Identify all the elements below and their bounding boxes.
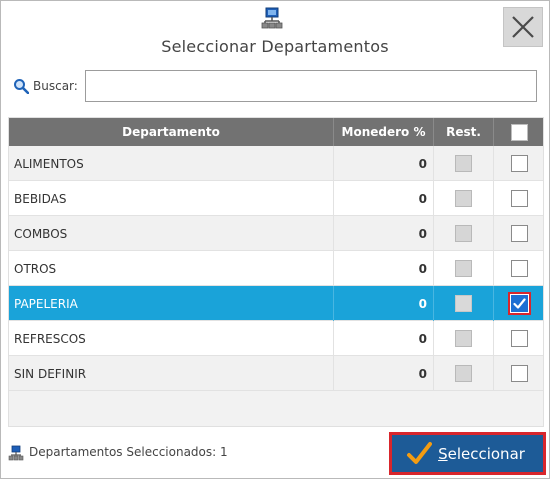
select-checkbox[interactable] bbox=[511, 330, 528, 347]
table-row[interactable]: PAPELERIA 0 bbox=[9, 286, 543, 321]
rest-checkbox bbox=[455, 295, 472, 312]
network-icon bbox=[8, 445, 24, 461]
column-header-select-all[interactable] bbox=[494, 118, 543, 146]
table-row[interactable]: COMBOS 0 bbox=[9, 216, 543, 251]
table-row[interactable]: REFRESCOS 0 bbox=[9, 321, 543, 356]
rest-checkbox bbox=[455, 190, 472, 207]
cell-select bbox=[494, 251, 543, 286]
search-input[interactable] bbox=[85, 70, 537, 102]
cell-rest bbox=[434, 286, 494, 321]
cell-select bbox=[494, 181, 543, 216]
select-button-body[interactable]: Seleccionar bbox=[392, 435, 543, 472]
table-row[interactable]: BEBIDAS 0 bbox=[9, 181, 543, 216]
cell-rest bbox=[434, 251, 494, 286]
rest-checkbox bbox=[455, 260, 472, 277]
cell-select bbox=[494, 146, 543, 181]
cell-rest bbox=[434, 146, 494, 181]
column-header-rest[interactable]: Rest. bbox=[434, 118, 494, 146]
select-departments-dialog: Seleccionar Departamentos Buscar: Depart… bbox=[0, 0, 550, 479]
rest-checkbox bbox=[455, 155, 472, 172]
select-button-label: Seleccionar bbox=[438, 444, 525, 463]
cell-monedero: 0 bbox=[334, 286, 434, 321]
close-button[interactable] bbox=[503, 7, 543, 47]
select-checkbox[interactable] bbox=[511, 365, 528, 382]
select-checkbox[interactable] bbox=[511, 225, 528, 242]
checkmark-icon bbox=[407, 441, 433, 464]
cell-rest bbox=[434, 356, 494, 391]
select-checkbox[interactable] bbox=[511, 260, 528, 277]
cell-monedero: 0 bbox=[334, 356, 434, 391]
selected-count-text: Departamentos Seleccionados: bbox=[29, 445, 217, 459]
dialog-title: Seleccionar Departamentos bbox=[161, 37, 389, 56]
cell-departamento: ALIMENTOS bbox=[9, 146, 334, 181]
cell-rest bbox=[434, 181, 494, 216]
select-all-checkbox[interactable] bbox=[511, 123, 528, 141]
cell-rest bbox=[434, 321, 494, 356]
checked-indicator bbox=[511, 295, 528, 312]
cell-departamento: SIN DEFINIR bbox=[9, 356, 334, 391]
cell-departamento: OTROS bbox=[9, 251, 334, 286]
selected-count-label: Departamentos Seleccionados: 1 bbox=[29, 445, 228, 459]
cell-departamento: PAPELERIA bbox=[9, 286, 334, 321]
cell-monedero: 0 bbox=[334, 181, 434, 216]
select-checkbox[interactable] bbox=[511, 155, 528, 172]
rest-checkbox bbox=[455, 225, 472, 242]
column-header-monedero[interactable]: Monedero % bbox=[334, 118, 434, 146]
checkmark-icon bbox=[513, 298, 526, 309]
select-checkbox[interactable] bbox=[511, 190, 528, 207]
table-row[interactable]: ALIMENTOS 0 bbox=[9, 146, 543, 181]
table-header: Departamento Monedero % Rest. bbox=[9, 118, 543, 146]
cell-rest bbox=[434, 216, 494, 251]
cell-select bbox=[494, 356, 543, 391]
cell-select bbox=[494, 321, 543, 356]
cell-monedero: 0 bbox=[334, 146, 434, 181]
cell-departamento: BEBIDAS bbox=[9, 181, 334, 216]
rest-checkbox bbox=[455, 365, 472, 382]
search-row: Buscar: bbox=[13, 69, 78, 103]
table-row[interactable]: OTROS 0 bbox=[9, 251, 543, 286]
cell-departamento: COMBOS bbox=[9, 216, 334, 251]
network-icon bbox=[261, 7, 283, 29]
cell-departamento: REFRESCOS bbox=[9, 321, 334, 356]
select-button[interactable]: Seleccionar bbox=[389, 432, 546, 475]
cell-monedero: 0 bbox=[334, 321, 434, 356]
column-header-departamento[interactable]: Departamento bbox=[9, 118, 334, 146]
close-icon bbox=[512, 16, 534, 38]
departments-table: Departamento Monedero % Rest. ALIMENTOS 0… bbox=[8, 117, 544, 427]
table-row[interactable]: SIN DEFINIR 0 bbox=[9, 356, 543, 391]
select-checkbox[interactable] bbox=[508, 292, 531, 315]
selected-count-value: 1 bbox=[220, 445, 228, 459]
search-icon bbox=[14, 79, 29, 94]
cell-select bbox=[494, 286, 543, 321]
rest-checkbox bbox=[455, 330, 472, 347]
cell-monedero: 0 bbox=[334, 251, 434, 286]
cell-monedero: 0 bbox=[334, 216, 434, 251]
search-label: Buscar: bbox=[33, 79, 78, 93]
cell-select bbox=[494, 216, 543, 251]
